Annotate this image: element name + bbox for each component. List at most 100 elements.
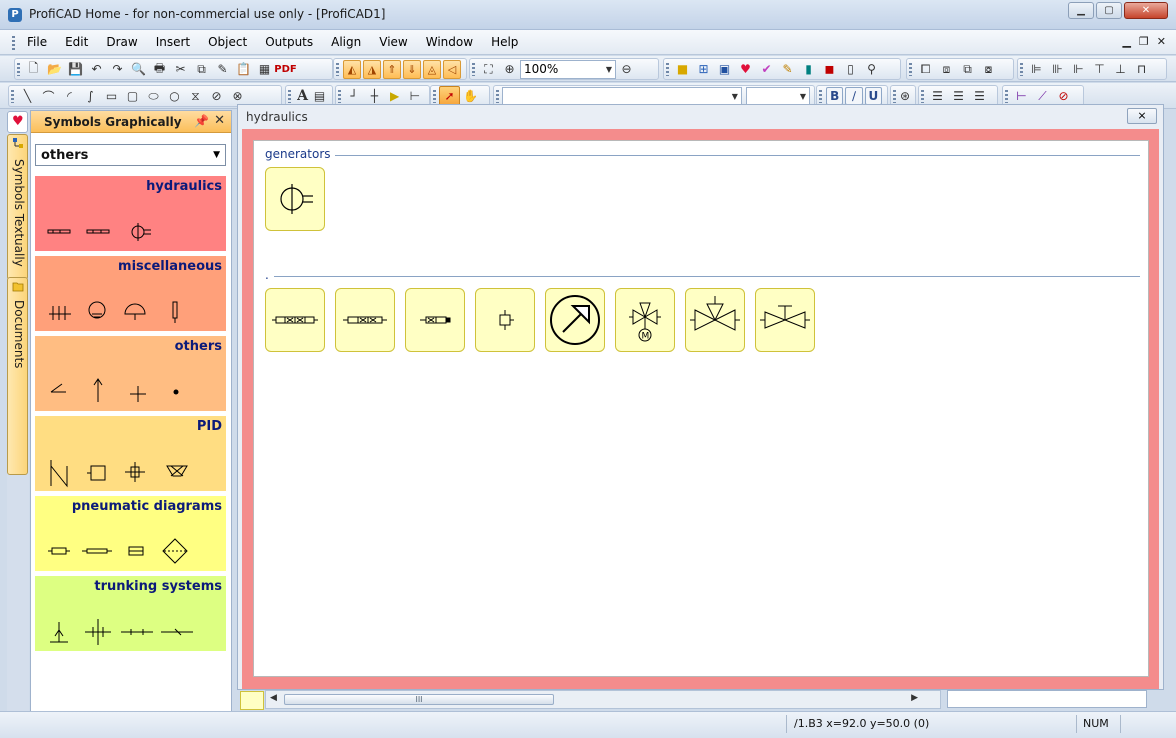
align-middle-icon[interactable]: ⊥ [1110,59,1131,79]
menu-edit[interactable]: Edit [56,35,97,49]
bold-button[interactable]: B [826,87,844,105]
print-preview-icon[interactable]: 🔍 [128,59,149,79]
paste-icon[interactable]: 📋 [233,59,254,79]
mirror-horizontal-icon[interactable]: ◬ [423,59,441,79]
text-align-center-icon[interactable]: ☰ [948,86,969,106]
category-pid[interactable]: PID [35,416,226,491]
cable-label-icon[interactable]: ▶ [385,86,405,106]
undo-icon[interactable]: ↶ [86,59,107,79]
font-size-combo[interactable]: ▼ [745,86,810,106]
font-name-combo[interactable]: ▼ [502,86,742,106]
rounded-rect-tool-icon[interactable]: ▢ [122,86,143,106]
zoom-in-icon[interactable]: ⊕ [499,59,520,79]
text-align-right-icon[interactable]: ☰ [969,86,990,106]
panel-close-button[interactable]: ✕ [214,113,225,128]
dimension-icon[interactable]: ⊢ [1011,86,1032,106]
pan-hand-icon[interactable]: ✋ [460,86,481,106]
menu-align[interactable]: Align [322,35,370,49]
menu-view[interactable]: View [370,35,416,49]
underline-button[interactable]: U [864,87,882,105]
category-trunking-systems[interactable]: trunking systems [35,576,226,651]
check-icon[interactable]: ✔ [756,59,777,79]
format-painter-icon[interactable]: ✎ [212,59,233,79]
hierarchy-icon[interactable]: ⊞ [693,59,714,79]
zoom-fit-icon[interactable]: ⛶ [478,59,499,79]
mirror-vertical-icon[interactable]: ◁ [443,59,461,79]
rotate-right-icon[interactable]: ◮ [363,59,381,79]
select-arrow-icon[interactable]: ➚ [439,86,460,106]
curve-tool-icon[interactable]: ∫ [80,86,101,106]
menu-insert[interactable]: Insert [147,35,199,49]
category-hydraulics[interactable]: hydraulics [35,176,226,251]
align-left-icon[interactable]: ⊫ [1026,59,1047,79]
mdi-restore-icon[interactable]: ❐ [1139,35,1149,48]
cut-icon[interactable]: ✂ [170,59,191,79]
align-top-icon[interactable]: ⊤ [1089,59,1110,79]
italic-icon[interactable]: ∕ [845,87,863,105]
save-icon[interactable]: 💾 [65,59,86,79]
note-icon[interactable]: ✎ [777,59,798,79]
mdi-close-icon[interactable]: ✕ [1157,35,1166,48]
mdi-minimize-icon[interactable]: ▁ [1122,35,1130,48]
font-dialog-icon[interactable]: ⊛ [899,86,911,106]
ellipse-arc-tool-icon[interactable]: ⊘ [206,86,227,106]
category-others[interactable]: others [35,336,226,411]
rectangle-tool-icon[interactable]: ▭ [101,86,122,106]
align-bottom-icon[interactable]: ⊓ [1131,59,1152,79]
circle-tool-icon[interactable]: ○ [164,86,185,106]
hourglass-tool-icon[interactable]: ⧖ [185,86,206,106]
scroll-thumb[interactable]: III [284,694,554,705]
line-tool-icon[interactable]: ╲ [17,86,38,106]
menu-help[interactable]: Help [482,35,527,49]
text-align-left-icon[interactable]: ☰ [927,86,948,106]
symbol-tile[interactable] [265,288,325,352]
menu-window[interactable]: Window [417,35,482,49]
menu-file[interactable]: File [18,35,56,49]
menu-object[interactable]: Object [199,35,256,49]
pie-tool-icon[interactable]: ⊗ [227,86,248,106]
new-file-icon[interactable]: 🗋 [23,59,44,79]
scroll-left-icon[interactable]: ◀ [270,693,277,703]
symbol-tile[interactable] [755,288,815,352]
category-miscellaneous[interactable]: miscellaneous [35,256,226,331]
sheet-tab[interactable] [240,691,264,710]
scroll-right-icon[interactable]: ▶ [911,693,918,703]
symbol-tile[interactable] [545,288,605,352]
copy-icon[interactable]: ⧉ [191,59,212,79]
close-button[interactable]: ✕ [1124,2,1168,19]
zoom-combo[interactable]: 100% ▼ [520,59,616,79]
symbol-tile[interactable] [265,167,325,231]
menu-grip[interactable] [12,36,15,50]
folder-icon[interactable]: ■ [672,59,693,79]
horizontal-scrollbar[interactable]: ◀ III ▶ [265,690,941,709]
flip-down-icon[interactable]: ⇓ [403,59,421,79]
menu-draw[interactable]: Draw [97,35,146,49]
layers-icon[interactable]: ◼ [819,59,840,79]
favorites-tab[interactable]: ♥ [7,111,28,133]
symbol-tile[interactable] [335,288,395,352]
symbol-tile[interactable] [475,288,535,352]
flip-up-icon[interactable]: ⇑ [383,59,401,79]
binoculars-icon[interactable]: ⚲ [861,59,882,79]
redo-icon[interactable]: ↷ [107,59,128,79]
category-pneumatic-diagrams[interactable]: pneumatic diagrams [35,496,226,571]
pdf-export-button[interactable]: PDF [274,59,296,79]
menu-outputs[interactable]: Outputs [256,35,322,49]
align-center-icon[interactable]: ⊪ [1047,59,1068,79]
send-back-icon[interactable]: ⧇ [978,59,999,79]
layer-field[interactable] [947,690,1147,708]
ellipse-tool-icon[interactable]: ⬭ [143,86,164,106]
bring-front-icon[interactable]: ⧉ [957,59,978,79]
minimize-button[interactable]: ▁ [1068,2,1094,19]
ungroup-icon[interactable]: ⧈ [936,59,957,79]
align-right-icon[interactable]: ⊩ [1068,59,1089,79]
text-tool-icon[interactable]: A [294,86,311,106]
junction-tool-icon[interactable]: ┼ [364,86,384,106]
documents-tab[interactable]: Documents [7,277,28,475]
dimension-angled-icon[interactable]: ⟋ [1032,86,1053,106]
document-close-button[interactable]: ⨯ [1127,108,1157,124]
symbol-tile[interactable]: M [615,288,675,352]
properties-icon[interactable]: ▯ [840,59,861,79]
rotate-left-icon[interactable]: ◭ [343,59,361,79]
print-icon[interactable]: 🖶 [149,59,170,79]
